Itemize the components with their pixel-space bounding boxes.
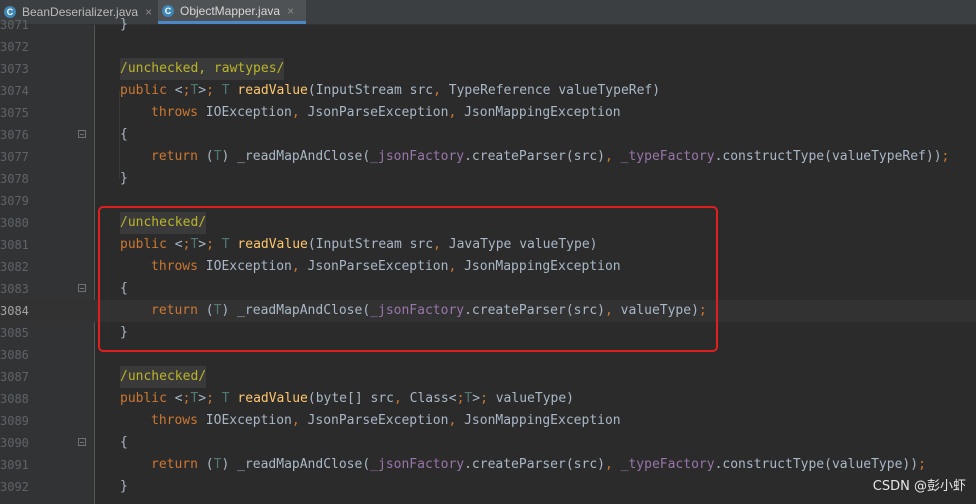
code-text: public <;T>; T readValue(InputStream src…: [120, 83, 661, 98]
code-text: }: [120, 17, 128, 32]
code-line[interactable]: 3077 return (T) _readMapAndClose(_jsonFa…: [0, 146, 976, 168]
line-number: 3081: [0, 238, 29, 252]
code-line[interactable]: 3092 }: [0, 476, 976, 498]
code-line[interactable]: 3090 {: [0, 432, 976, 454]
line-number: 3085: [0, 326, 29, 340]
code-text: {: [120, 127, 128, 142]
line-number: 3090: [0, 436, 29, 450]
code-text: {: [120, 435, 128, 450]
code-line[interactable]: 3087 /unchecked/: [0, 366, 976, 388]
code-line[interactable]: 3071 }: [0, 14, 976, 36]
code-text: throws IOException, JsonParseException, …: [151, 413, 621, 428]
line-number: 3084: [0, 304, 29, 318]
line-number: 3082: [0, 260, 29, 274]
line-number: 3079: [0, 194, 29, 208]
code-text: return (T) _readMapAndClose(_jsonFactory…: [151, 457, 926, 472]
fold-marker-icon[interactable]: [78, 130, 86, 138]
code-text: throws IOException, JsonParseException, …: [151, 105, 621, 120]
fold-marker-icon[interactable]: [78, 438, 86, 446]
line-number: 3071: [0, 18, 29, 32]
line-number: 3091: [0, 458, 29, 472]
line-number: 3073: [0, 62, 29, 76]
line-number: 3076: [0, 128, 29, 142]
code-text: return (T) _readMapAndClose(_jsonFactory…: [151, 149, 950, 164]
code-line[interactable]: 3074 public <;T>; T readValue(InputStrea…: [0, 80, 976, 102]
code-line[interactable]: 3088 public <;T>; T readValue(byte[] src…: [0, 388, 976, 410]
line-number: 3080: [0, 216, 29, 230]
line-number: 3072: [0, 40, 29, 54]
code-line[interactable]: 3073 /unchecked, rawtypes/: [0, 58, 976, 80]
watermark: CSDN @彭小虾: [872, 479, 966, 494]
code-editor[interactable]: 3071 } 3072 3073 /unchecked, rawtypes/ 3…: [0, 17, 976, 504]
line-number: 3074: [0, 84, 29, 98]
code-text: /unchecked, rawtypes/: [120, 58, 285, 80]
code-text: }: [120, 479, 128, 494]
code-line[interactable]: 3075 throws IOException, JsonParseExcept…: [0, 102, 976, 124]
code-text: /unchecked/: [120, 366, 207, 388]
line-number: 3089: [0, 414, 29, 428]
code-line[interactable]: 3078 }: [0, 168, 976, 190]
fold-marker-icon[interactable]: [78, 284, 86, 292]
code-text: }: [120, 171, 128, 186]
code-line[interactable]: 3072: [0, 36, 976, 58]
line-number: 3086: [0, 348, 29, 362]
code-text: public <;T>; T readValue(byte[] src, Cla…: [120, 391, 574, 406]
line-number: 3088: [0, 392, 29, 406]
line-number: 3077: [0, 150, 29, 164]
line-number: 3087: [0, 370, 29, 384]
red-highlight-box: [98, 206, 718, 352]
line-number: 3092: [0, 480, 29, 494]
code-line[interactable]: 3076 {: [0, 124, 976, 146]
code-line[interactable]: 3089 throws IOException, JsonParseExcept…: [0, 410, 976, 432]
line-number: 3078: [0, 172, 29, 186]
code-line[interactable]: 3091 return (T) _readMapAndClose(_jsonFa…: [0, 454, 976, 476]
line-number: 3075: [0, 106, 29, 120]
line-number: 3083: [0, 282, 29, 296]
